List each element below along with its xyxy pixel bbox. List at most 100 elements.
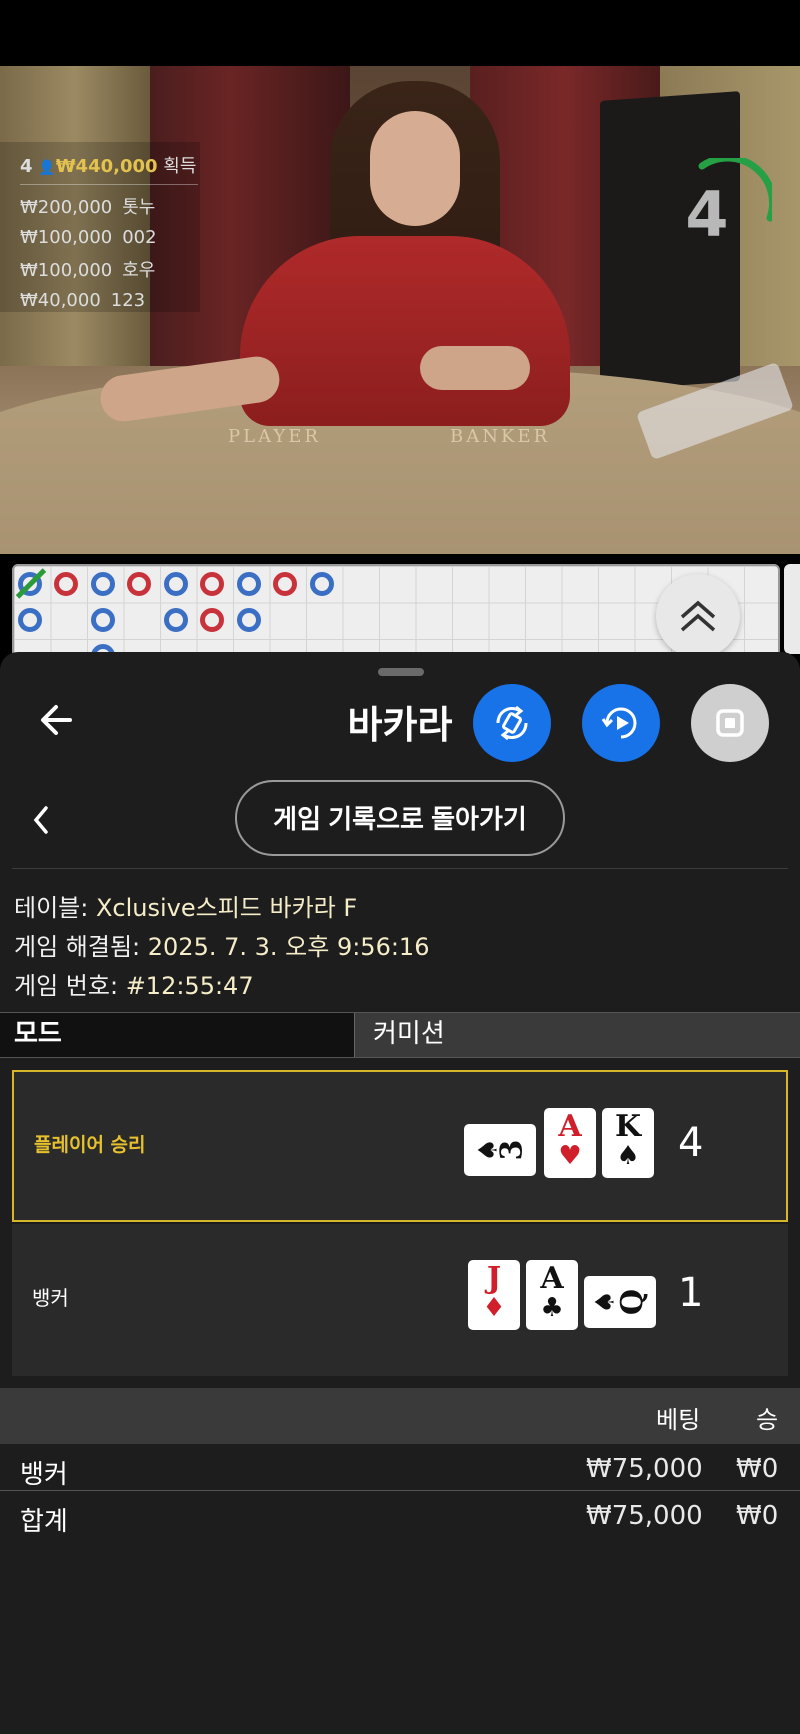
status-bar [0,0,800,66]
felt-banker-label: BANKER [450,426,551,447]
player-result: 플레이어 승리 ♠ 3 A ♥ K ♠ 4 [12,1070,788,1222]
table-info: 테이블: Xclusive스피드 바카라 F [14,888,357,923]
tab-mode[interactable]: 모드 [0,1013,354,1057]
card-rank: Q [614,1288,650,1316]
road-bead-player [127,572,151,596]
road-bead-banker [237,608,261,632]
playing-card: K ♠ [602,1108,654,1178]
playing-card: ♠ 3 [464,1124,536,1176]
resolved-label: 게임 해결됨: [14,933,141,961]
rotate-card-icon [496,705,528,741]
road-bead-banker [18,608,42,632]
player-score: 4 [678,1120,704,1166]
winners-amount: ₩440,000 [55,156,158,177]
win-column-header: 승 [756,1406,779,1434]
card-suit: ♣ [540,1293,564,1323]
winner-row: ₩40,000 123 [20,290,200,311]
road-bead-banker [91,572,115,596]
win-total-amount: ₩0 [736,1501,779,1531]
live-video[interactable]: PLAYER BANKER 4 👤₩440,000 획득 ₩200,000 톳누 … [0,66,800,554]
game-number-label: 게임 번호: [14,972,119,1000]
countdown-timer: 4 [672,154,777,258]
replay-button[interactable] [473,684,551,762]
win-amount: ₩0 [736,1454,779,1484]
dealer-face [370,111,460,226]
resolved-value: 2025. 7. 3. 오후 9:56:16 [147,933,430,961]
previous-game-button[interactable] [26,800,56,840]
page-title: 바카라 [347,703,453,747]
card-rank: A [540,1261,564,1296]
tab-commission[interactable]: 커미션 [354,1013,800,1057]
road-bead-banker [237,572,261,596]
card-suit: ♦ [482,1293,506,1323]
winner-row: ₩100,000 002 [20,227,200,248]
user-icon: 👤 [38,160,56,176]
bets-table-header: 베팅 승 [0,1388,800,1444]
back-to-history-button[interactable]: 게임 기록으로 돌아가기 [235,780,565,856]
table-label: 테이블: [14,894,89,922]
bet-name: 뱅커 [20,1460,68,1490]
table-row: 합계 ₩75,000 ₩0 [0,1495,800,1541]
winner-name: 123 [110,290,146,311]
play-replay-icon [601,707,637,739]
table-value: Xclusive스피드 바카라 F [95,894,358,922]
card-rank: 3 [494,1139,530,1161]
winner-row: ₩200,000 톳누 [20,193,200,219]
road-bead-banker [164,608,188,632]
arrow-left-icon [41,705,72,735]
sheet-handle[interactable] [378,668,424,676]
card-rank: A [558,1109,582,1144]
road-bead-player [200,572,224,596]
table-row: 뱅커 ₩75,000 ₩0 [0,1448,800,1494]
road-bead-player [273,572,297,596]
dealer-body [240,236,570,426]
bet-total-amount: ₩75,000 [586,1501,703,1531]
winner-name: 톳누 [122,197,156,218]
divider [0,1490,800,1491]
bead-road-next [784,564,800,654]
banker-result: 뱅커 J ♦ A ♣ ♠ Q 1 [12,1224,788,1376]
double-chevron-up-icon [680,600,716,632]
banker-result-label: 뱅커 [32,1286,69,1310]
winners-count: 4 [20,156,33,177]
stop-button[interactable] [691,684,769,762]
road-bead-player [200,608,224,632]
game-number-info: 게임 번호: #12:55:47 [14,966,254,1001]
winners-panel: 4 👤₩440,000 획득 ₩200,000 톳누 ₩100,000 002 ₩1… [0,142,200,312]
card-suit: ♥ [558,1141,582,1171]
timer-value: 4 [685,178,729,251]
divider [12,868,788,869]
mode-tabs: 모드 커미션 [0,1012,800,1058]
winner-amount: ₩100,000 [20,227,113,248]
video-replay-button[interactable] [582,684,660,762]
playing-card: ♠ Q [584,1276,656,1328]
dealer-arm [420,346,530,390]
playing-card: A ♣ [526,1260,578,1330]
card-suit: ♠ [616,1141,640,1171]
winners-suffix: 획득 [163,156,197,177]
winner-amount: ₩100,000 [20,260,113,281]
winner-row: ₩100,000 호우 [20,256,200,282]
winner-amount: ₩200,000 [20,197,113,218]
back-button[interactable] [36,698,80,742]
felt-player-label: PLAYER [228,426,321,447]
playing-card: A ♥ [544,1108,596,1178]
road-bead-banker [164,572,188,596]
road-bead-player [54,572,78,596]
expand-button[interactable] [656,574,740,658]
player-result-label: 플레이어 승리 [34,1134,146,1156]
game-detail-sheet: 바카라 게임 기록으로 돌아가기 테이블: Xclusive스피드 바카라 F [0,652,800,1734]
card-rank: K [614,1109,642,1144]
winners-total: 4 👤₩440,000 획득 [20,152,198,185]
card-rank: J [486,1261,502,1296]
bet-amount: ₩75,000 [586,1454,703,1484]
banker-score: 1 [678,1270,704,1316]
road-bead-banker [310,572,334,596]
game-number-value: #12:55:47 [125,972,254,1000]
bet-column-header: 베팅 [656,1406,701,1434]
road-bead-banker [91,608,115,632]
chevron-left-icon [33,806,48,834]
bet-total-name: 합계 [20,1507,68,1537]
playing-card: J ♦ [468,1260,520,1330]
winner-name: 002 [122,227,157,248]
